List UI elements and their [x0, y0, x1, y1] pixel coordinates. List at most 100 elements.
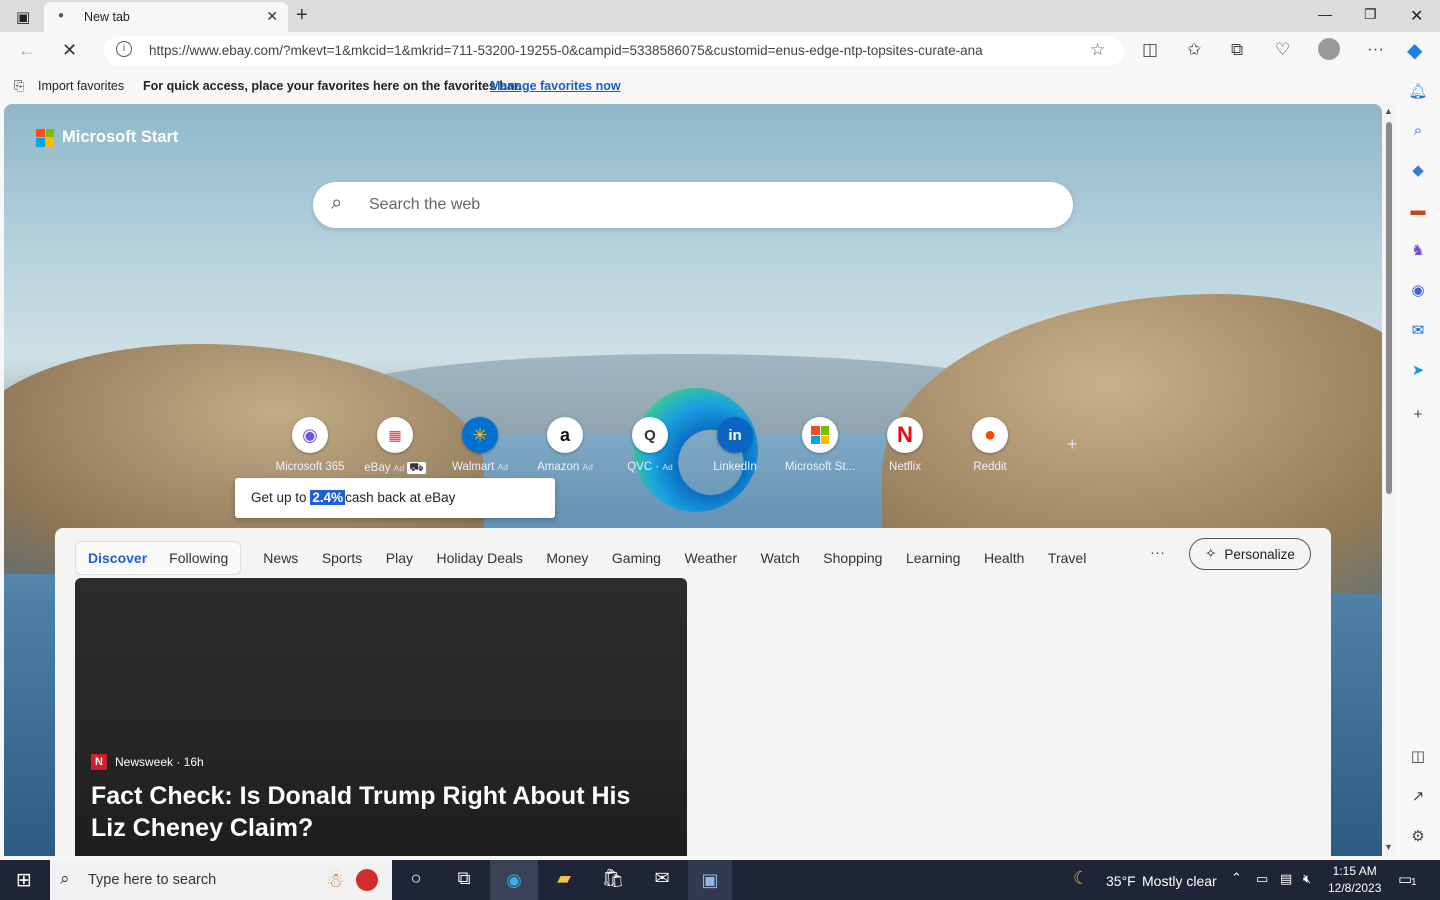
weather-condition[interactable]: Mostly clear [1142, 873, 1217, 889]
mail-icon[interactable]: ✉ [649, 868, 675, 892]
microsoft-start-logo[interactable]: Microsoft Start [36, 128, 178, 147]
cortana-icon[interactable]: ○ [403, 868, 429, 892]
more-options-icon[interactable]: ··· [1367, 39, 1384, 59]
nav-news[interactable]: News [263, 550, 298, 566]
article-headline[interactable]: Fact Check: Is Donald Trump Right About … [91, 780, 651, 844]
tab-new-tab[interactable]: ● New tab ✕ [44, 2, 288, 32]
collections-icon[interactable]: ⧉ [1231, 40, 1243, 60]
tab-actions-icon[interactable]: ▣ [16, 8, 30, 26]
nav-shopping[interactable]: Shopping [823, 550, 882, 566]
favorites-bar: ⎘ Import favorites For quick access, pla… [0, 70, 1440, 102]
linkedin-icon: in [717, 417, 753, 453]
tooltip-text: cash back at eBay [345, 490, 456, 505]
scroll-up-icon[interactable]: ▲ [1384, 106, 1393, 116]
sidebar-search-icon[interactable]: ⌕ [1408, 121, 1428, 141]
title-bar: ▣ ● New tab ✕ + — ❐ ✕ [0, 0, 1440, 32]
remote-desktop-icon[interactable]: ▣ [688, 860, 732, 900]
microsoft-store-taskbar-icon[interactable]: 🛍︎ [600, 868, 626, 892]
close-window-icon[interactable]: ✕ [1410, 6, 1423, 26]
web-search-box[interactable]: ⌕ Search the web [313, 182, 1073, 228]
nav-play[interactable]: Play [386, 550, 413, 566]
nav-sports[interactable]: Sports [322, 550, 362, 566]
favorites-icon[interactable]: ✩ [1187, 40, 1201, 60]
taskbar-search-placeholder: Type here to search [88, 872, 217, 888]
sidebar-toggle-icon[interactable]: ◫ [1408, 747, 1428, 767]
page-scrollbar[interactable]: ▲ ▼ [1382, 104, 1396, 856]
outlook-icon[interactable]: ✉ [1408, 321, 1428, 341]
tab-following[interactable]: Following [169, 550, 228, 566]
minimize-icon[interactable]: — [1318, 6, 1332, 22]
windows-start-icon[interactable]: ⊞ [16, 869, 32, 892]
scroll-down-icon[interactable]: ▼ [1384, 842, 1393, 852]
quick-link-walmart[interactable]: ✳ Walmart Ad [440, 417, 520, 473]
feed-tab-group: Discover Following [75, 541, 242, 575]
shopping-tag-icon[interactable]: ◆ [1408, 161, 1428, 181]
drop-icon[interactable]: ➤ [1408, 361, 1428, 381]
site-info-icon[interactable]: i [116, 41, 132, 57]
nav-learning[interactable]: Learning [906, 550, 961, 566]
open-external-icon[interactable]: ↗ [1408, 787, 1428, 807]
weather-temperature[interactable]: 35°F [1106, 873, 1136, 889]
back-arrow-icon[interactable]: ← [18, 40, 36, 61]
quick-link-reddit[interactable]: ● Reddit [950, 417, 1030, 473]
volume-muted-icon[interactable]: 🔇︎ [1303, 871, 1311, 887]
newsweek-logo-icon: N [91, 754, 107, 770]
nav-health[interactable]: Health [984, 550, 1024, 566]
tools-briefcase-icon[interactable]: ▬ [1408, 201, 1428, 221]
edge-taskbar-icon[interactable]: ◉ [490, 860, 538, 900]
file-explorer-icon[interactable]: ▰ [551, 868, 577, 892]
quick-link-microsoft365[interactable]: ◉ Microsoft 365 [270, 417, 350, 473]
add-site-icon[interactable]: + [1067, 434, 1078, 455]
notifications-bell-icon[interactable]: 🔔︎ [1408, 82, 1428, 102]
manage-favorites-link[interactable]: Manage favorites now [490, 79, 621, 93]
nav-watch[interactable]: Watch [761, 550, 800, 566]
quick-link-qvc[interactable]: Q QVC · Ad [610, 417, 690, 473]
address-bar[interactable]: i https://www.ebay.com/?mkevt=1&mkcid=1&… [104, 36, 1124, 66]
article-card[interactable]: N Newsweek · 16h Fact Check: Is Donald T… [75, 578, 687, 856]
quick-link-linkedin[interactable]: in LinkedIn [695, 417, 775, 473]
import-favorites-button[interactable]: Import favorites [38, 79, 124, 93]
new-tab-button[interactable]: + [296, 4, 308, 27]
taskbar-clock[interactable]: 1:15 AM 12/8/2023 [1328, 863, 1381, 897]
search-placeholder: Search the web [369, 196, 481, 213]
quick-link-microsoft-store[interactable]: Microsoft St... [780, 417, 860, 473]
task-view-icon[interactable]: ⧉ [451, 868, 477, 892]
taskbar-search-box[interactable]: ⌕ Type here to search ☃ [50, 860, 392, 900]
nav-money[interactable]: Money [546, 550, 588, 566]
close-tab-icon[interactable]: ✕ [266, 8, 278, 25]
restore-icon[interactable]: ❐ [1364, 6, 1377, 23]
stop-loading-icon[interactable]: ✕ [62, 40, 77, 61]
microsoft365-sidebar-icon[interactable]: ◉ [1408, 281, 1428, 301]
games-icon[interactable]: ♞ [1408, 241, 1428, 261]
network-icon[interactable]: ▤ [1280, 871, 1292, 887]
profile-avatar-icon[interactable] [1318, 38, 1340, 60]
split-screen-icon[interactable]: ◫ [1142, 40, 1158, 60]
settings-gear-icon[interactable]: ⚙ [1408, 827, 1428, 847]
quick-link-netflix[interactable]: N Netflix [865, 417, 945, 473]
taskbar-search-icon: ⌕ [60, 869, 70, 888]
show-hidden-icons-icon[interactable]: ⌃ [1231, 870, 1242, 886]
tab-discover[interactable]: Discover [88, 550, 147, 566]
nav-holiday-deals[interactable]: Holiday Deals [437, 550, 523, 566]
copilot-icon[interactable]: ◆ [1407, 38, 1422, 63]
amazon-icon: a [547, 417, 583, 453]
quick-link-amazon[interactable]: a Amazon Ad [525, 417, 605, 473]
walmart-spark-icon: ✳ [462, 417, 498, 453]
quick-link-label: Microsoft 365 [275, 461, 345, 473]
url-text[interactable]: https://www.ebay.com/?mkevt=1&mkcid=1&mk… [149, 43, 1049, 58]
personalize-button[interactable]: ✧ Personalize [1189, 538, 1311, 570]
shopping-cart-icon[interactable]: ⛟ [407, 462, 426, 474]
more-categories-button[interactable]: ··· [1150, 544, 1165, 561]
scrollbar-thumb[interactable] [1386, 122, 1392, 494]
browser-essentials-icon[interactable]: ♡ [1275, 40, 1290, 60]
nav-travel[interactable]: Travel [1048, 550, 1086, 566]
qvc-icon: Q [632, 417, 668, 453]
meet-now-icon[interactable]: ▭ [1256, 871, 1268, 887]
favorite-star-icon[interactable]: ☆ [1090, 40, 1105, 60]
netflix-icon: N [887, 417, 923, 453]
add-sidebar-app-icon[interactable]: + [1408, 405, 1428, 425]
ad-badge: Ad [582, 462, 593, 472]
nav-gaming[interactable]: Gaming [612, 550, 661, 566]
quick-link-ebay[interactable]: ▦ eBay Ad ⛟ [355, 417, 435, 476]
nav-weather[interactable]: Weather [684, 550, 737, 566]
